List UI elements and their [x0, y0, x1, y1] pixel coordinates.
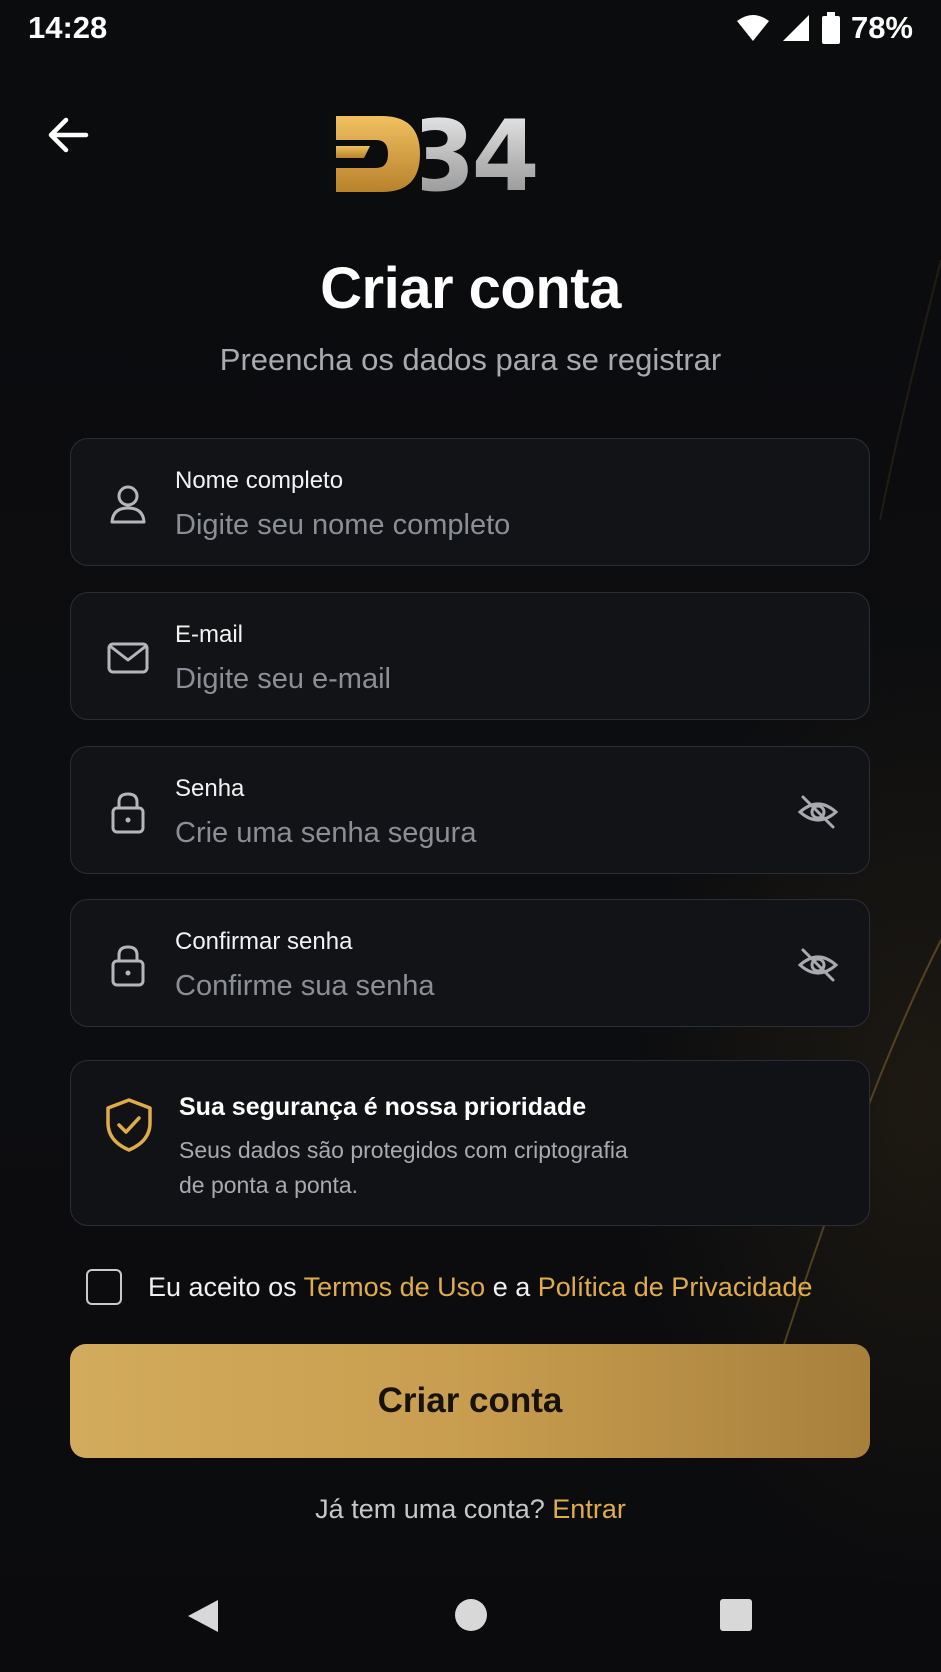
security-text: Seus dados são protegidos com criptograf…: [179, 1133, 699, 1203]
name-label: Nome completo: [175, 467, 344, 494]
login-prompt-text: Já tem uma conta?: [315, 1494, 553, 1524]
security-text-line-1: Seus dados são protegidos com criptograf…: [179, 1137, 628, 1163]
terms-of-use-link[interactable]: Termos de Uso: [304, 1272, 486, 1302]
page-subtitle: Preencha os dados para se registrar: [219, 342, 722, 377]
confirm-password-field[interactable]: Confirmar senha: [70, 899, 870, 1027]
terms-text: Eu aceito os Termos de Uso e a Política …: [148, 1272, 812, 1303]
nav-recents-icon[interactable]: [720, 1599, 752, 1631]
security-title: Sua segurança é nossa prioridade: [179, 1093, 587, 1121]
user-icon: [110, 485, 146, 524]
name-input[interactable]: [175, 505, 735, 545]
back-button[interactable]: [46, 112, 92, 158]
battery-percent: 78%: [850, 10, 913, 45]
status-time: 14:28: [28, 10, 108, 45]
privacy-policy-link[interactable]: Política de Privacidade: [538, 1272, 813, 1302]
navigation-bar: [0, 1562, 941, 1672]
shield-check-icon: [106, 1098, 152, 1152]
name-field[interactable]: Nome completo: [70, 438, 870, 566]
security-notice: Sua segurança é nossa prioridade Seus da…: [70, 1060, 870, 1226]
login-link[interactable]: Entrar: [552, 1494, 626, 1524]
terms-row: Eu aceito os Termos de Uso e a Política …: [86, 1269, 812, 1305]
email-label: E-mail: [175, 621, 244, 648]
password-field[interactable]: Senha: [70, 746, 870, 874]
eye-off-icon[interactable]: [797, 944, 839, 986]
email-field[interactable]: E-mail: [70, 592, 870, 720]
nav-home-icon[interactable]: [454, 1598, 488, 1632]
page-title: Criar conta: [320, 256, 621, 321]
login-prompt: Já tem uma conta? Entrar: [0, 1494, 941, 1525]
password-input[interactable]: [175, 813, 735, 853]
eye-off-icon[interactable]: [797, 791, 839, 833]
mail-icon: [107, 642, 149, 674]
lock-icon: [111, 945, 145, 987]
email-input[interactable]: [175, 659, 735, 699]
terms-prefix: Eu aceito os: [148, 1271, 304, 1302]
battery-icon: [821, 12, 840, 44]
signal-icon: [782, 15, 809, 41]
lock-icon: [111, 792, 145, 834]
arrow-left-icon: [48, 117, 89, 153]
security-text-line-2: de ponta a ponta.: [179, 1172, 359, 1198]
password-label: Senha: [175, 775, 245, 802]
create-account-button[interactable]: Criar conta: [70, 1344, 870, 1458]
status-icons: 78%: [735, 10, 913, 46]
confirm-password-label: Confirmar senha: [175, 928, 353, 955]
wifi-icon: [736, 15, 769, 41]
terms-middle: e a: [485, 1271, 538, 1302]
terms-checkbox[interactable]: [86, 1269, 122, 1305]
status-bar: 14:28 78%: [0, 0, 941, 56]
logo: D34: [330, 112, 540, 196]
confirm-password-input[interactable]: [175, 966, 735, 1006]
nav-back-icon[interactable]: [186, 1598, 220, 1634]
